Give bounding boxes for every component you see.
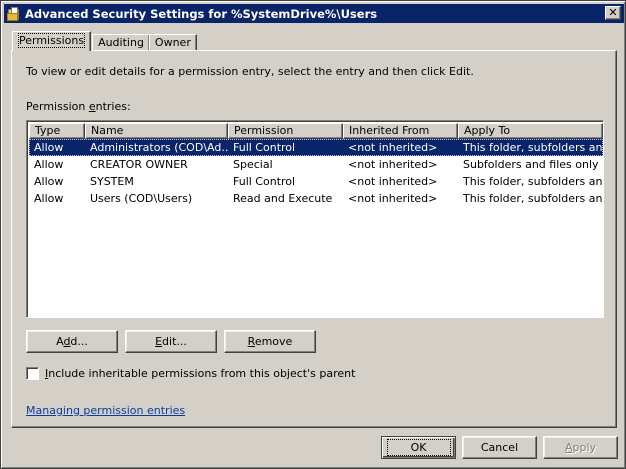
cell-type: Allow [34, 141, 64, 154]
list-header: Type Name Permission Inherited From Appl… [29, 123, 603, 139]
cell-type: Allow [34, 158, 64, 171]
cancel-button[interactable]: Cancel [462, 436, 537, 459]
folder-icon [7, 6, 21, 21]
title-bar[interactable]: Advanced Security Settings for %SystemDr… [4, 4, 624, 23]
cell-inherited-from: <not inherited> [348, 192, 438, 205]
cell-apply-to: Subfolders and files only [463, 158, 599, 171]
ok-button[interactable]: OK [381, 436, 456, 459]
include-inheritable-label: Include inheritable permissions from thi… [45, 367, 356, 380]
cell-inherited-from: <not inherited> [348, 158, 438, 171]
cell-name: Administrators (COD\Ad... [90, 141, 228, 154]
permission-entries-list[interactable]: Type Name Permission Inherited From Appl… [26, 120, 604, 318]
cell-name: CREATOR OWNER [90, 158, 188, 171]
tab-permissions[interactable]: Permissions [12, 31, 92, 51]
cell-name: SYSTEM [90, 175, 134, 188]
permission-entries-label: Permission entries: [26, 100, 131, 113]
close-button[interactable]: ✕ [605, 6, 621, 20]
cell-type: Allow [34, 175, 64, 188]
column-header-inherited-from[interactable]: Inherited From [343, 123, 458, 139]
cell-permission: Special [233, 158, 273, 171]
cell-permission: Full Control [233, 175, 296, 188]
permissions-panel: To view or edit details for a permission… [11, 50, 617, 428]
tab-auditing[interactable]: Auditing [92, 34, 150, 51]
include-inheritable-row[interactable]: Include inheritable permissions from thi… [26, 367, 355, 380]
tab-label: Owner [154, 36, 191, 49]
cell-inherited-from: <not inherited> [348, 141, 438, 154]
cell-apply-to: This folder, subfolders and... [463, 192, 603, 205]
column-header-apply-to[interactable]: Apply To [458, 123, 603, 139]
cell-name: Users (COD\Users) [90, 192, 193, 205]
column-header-type[interactable]: Type [29, 123, 85, 139]
tab-label: Auditing [98, 36, 144, 49]
advanced-security-dialog: Advanced Security Settings for %SystemDr… [0, 0, 626, 469]
apply-button[interactable]: Apply [543, 436, 618, 459]
close-icon: ✕ [608, 6, 618, 19]
list-body: Allow Administrators (COD\Ad... Full Con… [29, 139, 603, 207]
tab-owner[interactable]: Owner [148, 34, 197, 51]
list-row[interactable]: Allow SYSTEM Full Control <not inherited… [29, 173, 603, 190]
remove-button[interactable]: Remove [224, 330, 316, 353]
cell-type: Allow [34, 192, 64, 205]
cell-inherited-from: <not inherited> [348, 175, 438, 188]
add-button[interactable]: Add... [26, 330, 118, 353]
list-row[interactable]: Allow CREATOR OWNER Special <not inherit… [29, 156, 603, 173]
cell-permission: Read and Execute [233, 192, 333, 205]
edit-button[interactable]: Edit... [125, 330, 217, 353]
instruction-text: To view or edit details for a permission… [26, 65, 474, 78]
list-row[interactable]: Allow Administrators (COD\Ad... Full Con… [29, 139, 603, 156]
tab-label: Permissions [17, 33, 86, 48]
column-header-permission[interactable]: Permission [228, 123, 343, 139]
window-title: Advanced Security Settings for %SystemDr… [25, 6, 378, 21]
include-inheritable-checkbox[interactable] [26, 367, 39, 380]
cell-apply-to: This folder, subfolders and... [463, 141, 603, 154]
list-row[interactable]: Allow Users (COD\Users) Read and Execute… [29, 190, 603, 207]
managing-permission-entries-link[interactable]: Managing permission entries [26, 404, 185, 417]
cell-permission: Full Control [233, 141, 296, 154]
cell-apply-to: This folder, subfolders and... [463, 175, 603, 188]
tab-strip: Permissions Auditing Owner [12, 31, 197, 51]
column-header-name[interactable]: Name [85, 123, 228, 139]
